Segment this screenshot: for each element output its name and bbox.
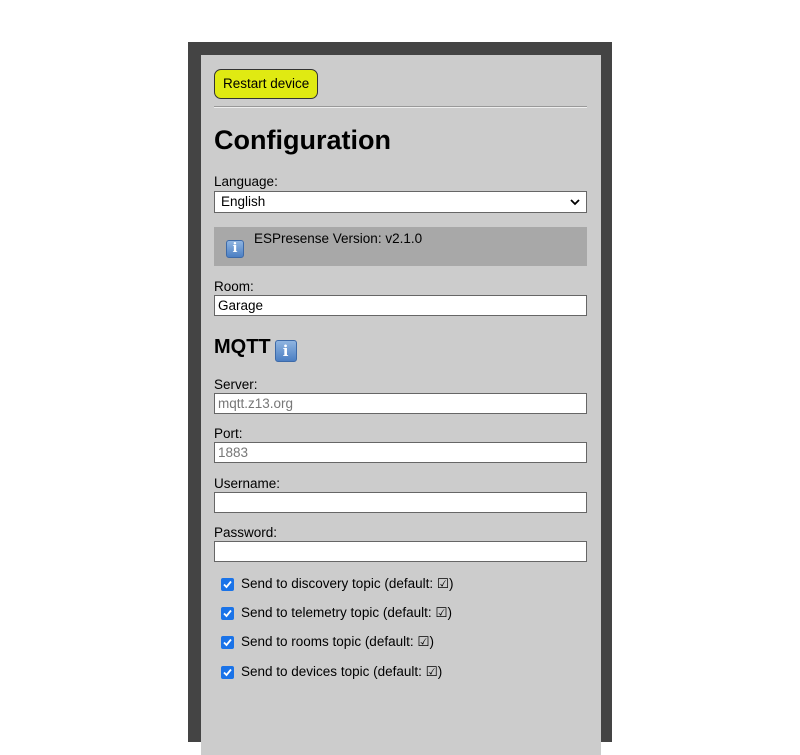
room-label: Room: xyxy=(214,279,254,294)
port-label: Port: xyxy=(214,426,243,441)
language-label: Language: xyxy=(214,174,278,189)
mqtt-heading-text: MQTT xyxy=(214,336,271,358)
discovery-topic-checkbox[interactable] xyxy=(221,578,234,591)
devices-topic-label: Send to devices topic (default: ☑) xyxy=(241,664,443,679)
chevron-down-icon xyxy=(570,199,580,206)
settings-panel: Restart device Configuration Language: E… xyxy=(201,55,601,755)
version-text: ESPresense Version: v2.1.0 xyxy=(254,231,423,246)
server-label: Server: xyxy=(214,377,258,392)
devices-topic-checkbox[interactable] xyxy=(221,666,234,679)
port-field[interactable]: 1883 xyxy=(214,442,587,463)
restart-device-button[interactable]: Restart device xyxy=(214,69,319,99)
username-label: Username: xyxy=(214,476,281,491)
divider xyxy=(214,106,587,108)
telemetry-topic-label: Send to telemetry topic (default: ☑) xyxy=(241,605,452,620)
language-selected-value: English xyxy=(221,194,266,209)
mqtt-heading: MQTT i xyxy=(214,336,297,362)
discovery-topic-label: Send to discovery topic (default: ☑) xyxy=(241,576,454,591)
password-field[interactable] xyxy=(214,541,587,562)
language-select[interactable]: English xyxy=(214,191,587,213)
page-frame: Restart device Configuration Language: E… xyxy=(188,42,612,755)
rooms-topic-label: Send to rooms topic (default: ☑) xyxy=(241,634,434,649)
server-field[interactable]: mqtt.z13.org xyxy=(214,393,587,414)
password-label: Password: xyxy=(214,525,278,540)
mqtt-info-icon[interactable]: i xyxy=(274,340,297,362)
telemetry-topic-checkbox[interactable] xyxy=(221,607,234,620)
rooms-topic-checkbox[interactable] xyxy=(221,636,234,649)
room-field[interactable]: Garage xyxy=(214,295,587,316)
page-title: Configuration xyxy=(214,125,391,155)
version-info-box: i ESPresense Version: v2.1.0 xyxy=(214,227,587,266)
username-field[interactable] xyxy=(214,492,587,513)
info-icon: i xyxy=(226,240,244,258)
